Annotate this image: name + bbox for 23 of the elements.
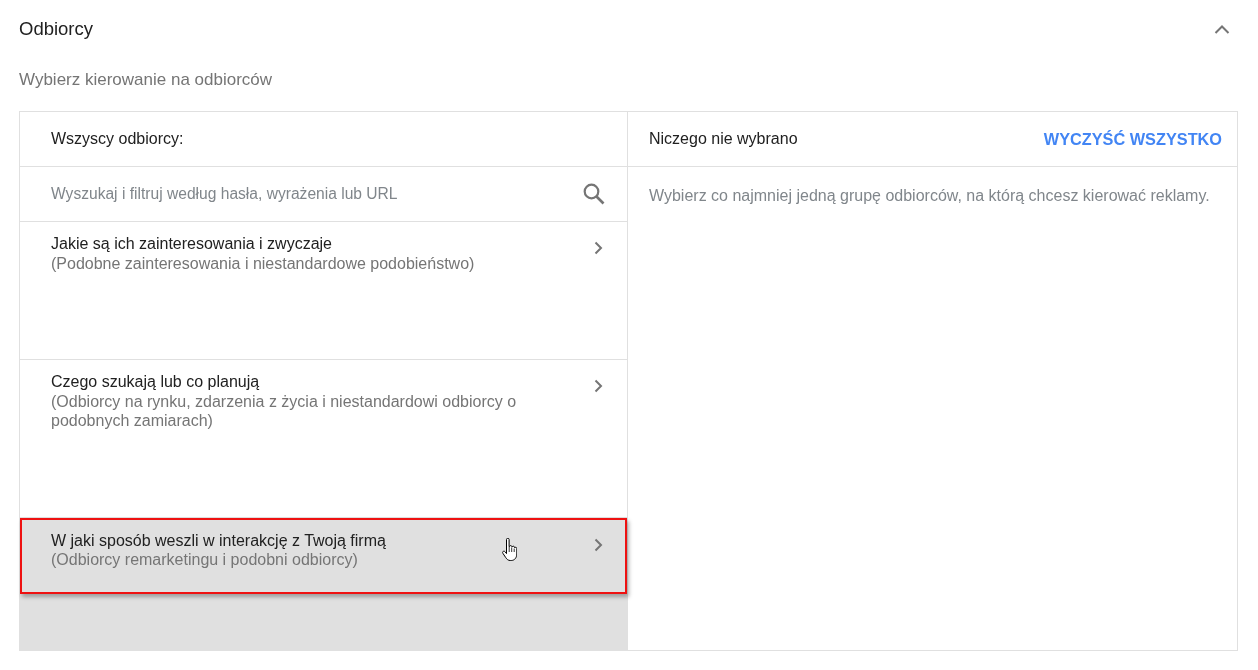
chevron-right-icon bbox=[594, 379, 603, 393]
section-subtitle: Wybierz kierowanie na odbiorców bbox=[19, 70, 273, 90]
chevron-right-icon bbox=[594, 241, 603, 255]
category-title: Czego szukają lub co planują bbox=[51, 372, 260, 392]
empty-message: Wybierz co najmniej jedną grupę odbiorców, na którą chcesz kierować reklamy. bbox=[648, 186, 1211, 206]
chevron-right-icon bbox=[594, 537, 603, 552]
category-item[interactable]: W jaki sposób weszli w interakcję z Twoją firmą (Odbiorcy remarketingu i podobni odbiorcy) bbox=[20, 517, 627, 594]
category-description: (Odbiorcy remarketingu i podobni odbiorcy) bbox=[51, 550, 358, 570]
panel-heading: Niczego nie wybrano bbox=[649, 129, 798, 149]
search-field[interactable]: Wyszukaj i filtruj według hasła, wyrażenia lub URL bbox=[51, 176, 571, 212]
category-description: (Odbiorcy na rynku, zdarzenia z życia i niestandardowi odbiorcy o podobnych zamiarach) bbox=[51, 391, 518, 431]
hand-cursor-icon bbox=[502, 537, 517, 561]
search-icon bbox=[583, 183, 605, 205]
collapse-toggle[interactable] bbox=[1214, 24, 1230, 34]
category-item[interactable]: Czego szukają lub co planują (Odbiorcy na rynku, zdarzenia z życia i niestandardowi odbiorcy o podobnych zamiarach) bbox=[20, 360, 627, 518]
panel-heading: Wszyscy odbiorcy: bbox=[51, 129, 184, 149]
category-item[interactable]: Jakie są ich zainteresowania i zwyczaje (Podobne zainteresowania i niestandardowe podobieństwo) bbox=[20, 222, 627, 360]
category-title: W jaki sposób weszli w interakcję z Twoją firmą bbox=[51, 530, 386, 550]
section-title: Odbiorcy bbox=[19, 17, 94, 41]
clear-all-button[interactable]: WYCZYŚĆ WSZYSTKO bbox=[1043, 129, 1222, 149]
chevron-up-icon bbox=[1214, 24, 1230, 34]
category-title: Jakie są ich zainteresowania i zwyczaje bbox=[51, 234, 332, 254]
category-description: (Podobne zainteresowania i niestandardowe podobieństwo) bbox=[51, 253, 475, 273]
